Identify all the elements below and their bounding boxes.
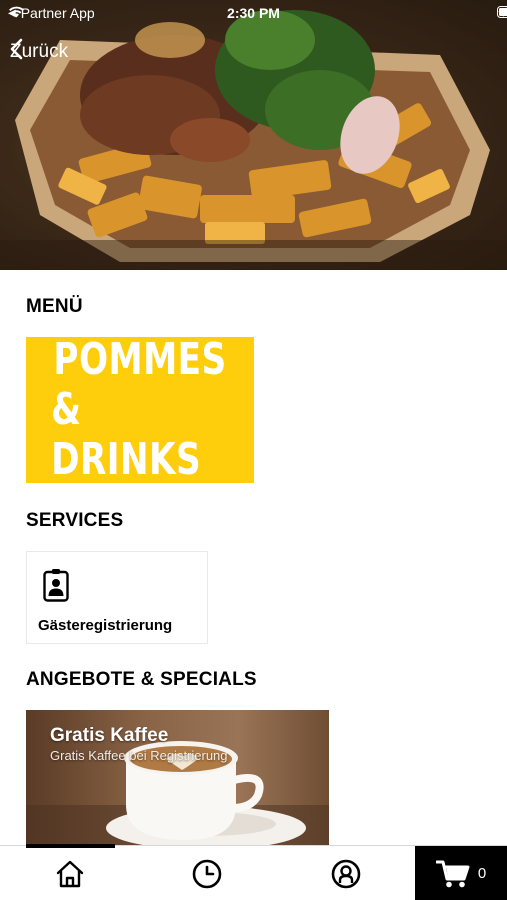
status-time: 2:30 PM [227, 5, 280, 21]
shopping-cart-icon [435, 860, 470, 887]
id-badge-icon [43, 569, 69, 602]
user-icon [331, 859, 361, 888]
home-icon [56, 860, 84, 887]
tab-account[interactable] [311, 846, 381, 900]
service-label: Gästeregistrierung [38, 617, 173, 634]
tab-home[interactable] [35, 846, 105, 900]
services-section-title: SERVICES [26, 510, 124, 531]
offer-subtitle: Gratis Kaffee bei Registrierung [50, 748, 228, 763]
service-card-guest-registration[interactable]: Gästeregistrierung [26, 551, 208, 644]
cart-button[interactable]: 0 [415, 846, 507, 900]
offer-title: Gratis Kaffee [50, 725, 169, 746]
status-bar: ◀ Partner App 2:30 PM [0, 0, 507, 28]
tab-bar: 0 [0, 844, 507, 900]
chevron-left-icon [10, 38, 23, 60]
offers-section-title: ANGEBOTE & SPECIALS [26, 669, 257, 690]
offer-card-free-coffee[interactable]: Gratis Kaffee Gratis Kaffee bei Registri… [26, 710, 329, 848]
menu-section-title: MENÜ [26, 296, 83, 317]
battery-icon [497, 6, 507, 18]
clock-icon [192, 859, 222, 888]
menu-tile-line1: POMMES [53, 334, 227, 385]
menu-tile-line2: & DRINKS [51, 384, 202, 485]
hero-image: ◀ Partner App 2:30 PM Zurück [0, 0, 507, 270]
menu-tile-pommes-drinks[interactable]: POMMES & DRINKS [26, 334, 254, 485]
tab-orders[interactable] [172, 846, 242, 900]
cart-count: 0 [477, 865, 487, 882]
back-button[interactable]: Zurück [10, 38, 68, 66]
